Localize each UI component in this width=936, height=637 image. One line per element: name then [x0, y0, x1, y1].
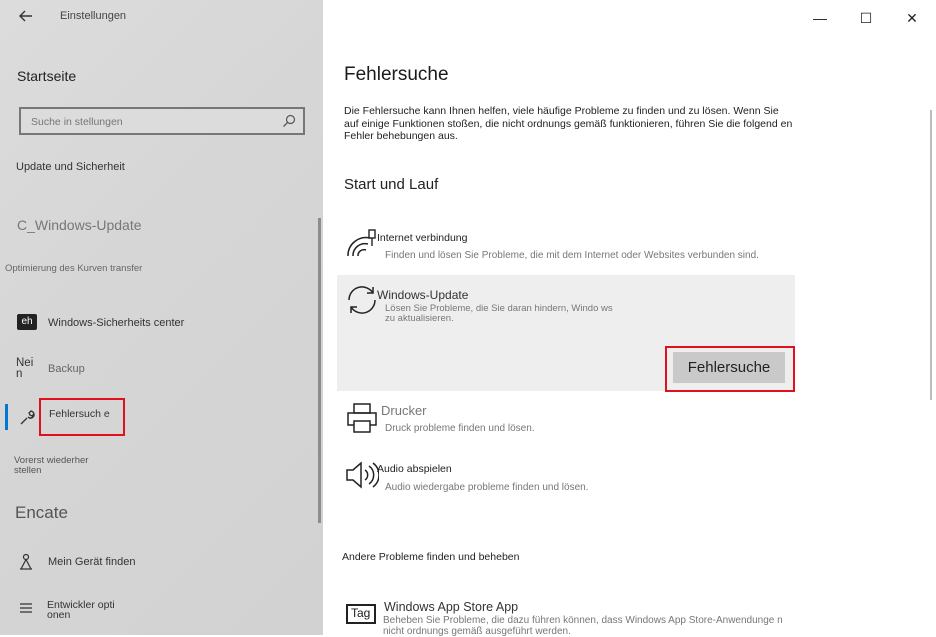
sidebar-item-optimization[interactable]: Optimierung des Kurven transfer — [5, 263, 142, 274]
troubleshooter-title[interactable]: Internet verbindung — [377, 232, 467, 244]
find-device-icon — [18, 553, 34, 576]
sidebar-item-troubleshoot[interactable]: Fehlersuch e — [39, 398, 125, 436]
sidebar-item-label: Mein Gerät finden — [48, 556, 136, 568]
sidebar-group-heading: Encate — [15, 503, 68, 522]
settings-sidebar: Einstellungen Startseite Update und Sich… — [0, 0, 323, 635]
sidebar-item-label: Fehlersuch e — [49, 408, 110, 420]
troubleshooter-title[interactable]: Audio abspielen — [377, 463, 452, 475]
sidebar-category: Update und Sicherheit — [16, 161, 125, 173]
wrench-icon — [18, 409, 36, 432]
window-title: Einstellungen — [60, 10, 127, 22]
wifi-icon — [344, 228, 378, 265]
troubleshooter-desc: Finden und lösen Sie Probleme, die mit d… — [385, 250, 759, 261]
section-heading: Start und Lauf — [344, 176, 439, 193]
troubleshooter-title[interactable]: Windows App Store App — [384, 600, 518, 614]
troubleshooter-desc: Lösen Sie Probleme, die Sie daran hinder… — [385, 303, 613, 324]
search-box[interactable] — [19, 107, 305, 135]
troubleshooter-desc: Beheben Sie Probleme, die dazu führen kö… — [383, 615, 783, 637]
run-troubleshooter-button[interactable]: Fehlersuche — [673, 352, 785, 383]
troubleshooter-title[interactable]: Windows-Update — [377, 288, 468, 302]
sidebar-scrollbar[interactable] — [318, 218, 321, 523]
shield-icon: eh — [17, 314, 37, 330]
minimize-button[interactable]: — — [797, 3, 843, 33]
back-arrow-icon[interactable] — [18, 8, 38, 28]
sidebar-home[interactable]: Startseite — [17, 68, 76, 84]
sidebar-item-windows-update[interactable]: C_Windows-Update — [17, 217, 142, 233]
section-heading-other: Andere Probleme finden und beheben — [342, 551, 520, 563]
sidebar-item-label: Windows-Sicherheits center — [48, 317, 185, 329]
troubleshooter-desc: Audio wiedergabe probleme finden und lös… — [385, 482, 589, 493]
page-title: Fehlersuche — [344, 64, 449, 85]
speaker-icon — [345, 460, 380, 495]
maximize-button[interactable]: ☐ — [843, 3, 889, 33]
search-icon[interactable] — [281, 113, 297, 129]
store-icon: Tag — [346, 604, 376, 624]
sidebar-item-recovery[interactable]: Vorerst wiederher stellen — [14, 456, 114, 476]
page-description: Die Fehlersuche kann Ihnen helfen, viele… — [344, 105, 793, 142]
troubleshooter-title[interactable]: Drucker — [381, 403, 427, 418]
close-button[interactable]: ✕ — [889, 3, 935, 33]
sidebar-item-label: Entwickler opti onen — [47, 599, 115, 621]
sidebar-item-label: Backup — [48, 363, 85, 375]
backup-icon: Nei n — [16, 357, 34, 380]
search-input[interactable] — [29, 113, 273, 131]
printer-icon — [345, 402, 379, 439]
troubleshooter-desc: Druck probleme finden und lösen. — [385, 423, 535, 434]
selection-indicator — [5, 404, 8, 430]
main-scrollbar[interactable] — [930, 110, 932, 400]
developer-icon — [18, 600, 34, 621]
sync-icon — [345, 283, 379, 322]
